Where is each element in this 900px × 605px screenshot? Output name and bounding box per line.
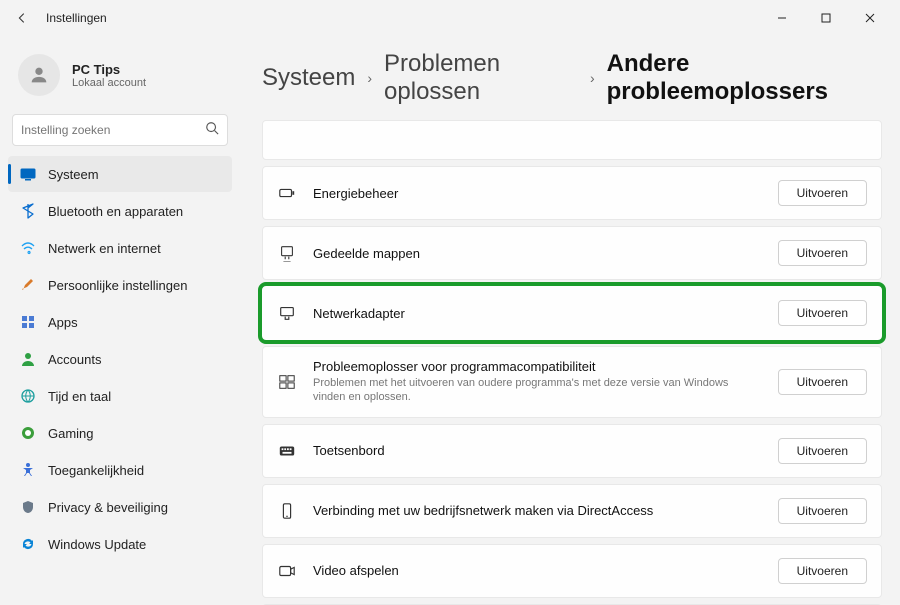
nav-label: Windows Update bbox=[48, 537, 146, 552]
breadcrumb-systeem[interactable]: Systeem bbox=[262, 64, 355, 92]
nav-label: Accounts bbox=[48, 352, 101, 367]
card-gedeelde-mappen: Gedeelde mappen Uitvoeren bbox=[262, 226, 882, 280]
window-title: Instellingen bbox=[46, 11, 107, 25]
keyboard-icon bbox=[277, 441, 297, 461]
search-icon bbox=[205, 121, 219, 140]
nav-label: Netwerk en internet bbox=[48, 241, 161, 256]
nav-label: Privacy & beveiliging bbox=[48, 500, 168, 515]
minimize-button[interactable] bbox=[760, 3, 804, 33]
breadcrumb-problemen[interactable]: Problemen oplossen bbox=[384, 50, 578, 106]
search-input[interactable] bbox=[21, 123, 205, 137]
battery-icon bbox=[277, 183, 297, 203]
accessibility-icon bbox=[20, 462, 36, 478]
nav-item-persoonlijk[interactable]: Persoonlijke instellingen bbox=[8, 267, 232, 303]
nav-label: Toegankelijkheid bbox=[48, 463, 144, 478]
nav-item-apps[interactable]: Apps bbox=[8, 304, 232, 340]
run-button[interactable]: Uitvoeren bbox=[778, 240, 867, 266]
card-title: Toetsenbord bbox=[313, 443, 762, 458]
card-directaccess: Verbinding met uw bedrijfsnetwerk maken … bbox=[262, 484, 882, 538]
card-title: Energiebeheer bbox=[313, 186, 762, 201]
nav-label: Bluetooth en apparaten bbox=[48, 204, 183, 219]
titlebar: Instellingen bbox=[0, 0, 900, 36]
wifi-icon bbox=[20, 240, 36, 256]
video-icon bbox=[277, 561, 297, 581]
run-button[interactable]: Uitvoeren bbox=[778, 300, 867, 326]
globe-icon bbox=[20, 388, 36, 404]
apps-icon bbox=[20, 314, 36, 330]
shared-folder-icon bbox=[277, 243, 297, 263]
nav-item-toegankelijkheid[interactable]: Toegankelijkheid bbox=[8, 452, 232, 488]
maximize-button[interactable] bbox=[804, 3, 848, 33]
run-button[interactable]: Uitvoeren bbox=[778, 438, 867, 464]
run-button[interactable]: Uitvoeren bbox=[778, 558, 867, 584]
bluetooth-icon bbox=[20, 203, 36, 219]
nav-label: Persoonlijke instellingen bbox=[48, 278, 187, 293]
card-netwerkadapter: Netwerkadapter Uitvoeren bbox=[262, 286, 882, 340]
account-sub: Lokaal account bbox=[72, 77, 146, 89]
chevron-right-icon: › bbox=[367, 70, 372, 86]
nav-label: Gaming bbox=[48, 426, 94, 441]
run-button[interactable]: Uitvoeren bbox=[778, 369, 867, 395]
card-video: Video afspelen Uitvoeren bbox=[262, 544, 882, 598]
nav-label: Tijd en taal bbox=[48, 389, 111, 404]
nav-item-bluetooth[interactable]: Bluetooth en apparaten bbox=[8, 193, 232, 229]
nav-label: Apps bbox=[48, 315, 78, 330]
account-block[interactable]: PC Tips Lokaal account bbox=[8, 44, 232, 110]
nav-item-privacy[interactable]: Privacy & beveiliging bbox=[8, 489, 232, 525]
troubleshooter-list: Uitvoeren Energiebeheer Uitvoeren Gedeel… bbox=[262, 120, 882, 605]
card-title: Verbinding met uw bedrijfsnetwerk maken … bbox=[313, 503, 762, 518]
avatar bbox=[18, 54, 60, 96]
card-toetsenbord: Toetsenbord Uitvoeren bbox=[262, 424, 882, 478]
nav-label: Systeem bbox=[48, 167, 99, 182]
nav-item-gaming[interactable]: Gaming bbox=[8, 415, 232, 451]
breadcrumb-current: Andere probleemoplossers bbox=[607, 50, 882, 106]
network-adapter-icon bbox=[277, 303, 297, 323]
card-title: Gedeelde mappen bbox=[313, 246, 762, 261]
back-button[interactable] bbox=[8, 4, 36, 32]
nav-item-systeem[interactable]: Systeem bbox=[8, 156, 232, 192]
account-name: PC Tips bbox=[72, 62, 146, 77]
breadcrumb: Systeem › Problemen oplossen › Andere pr… bbox=[262, 50, 882, 106]
card-title: Probleemoplosser voor programmacompatibi… bbox=[313, 359, 762, 374]
update-icon bbox=[20, 536, 36, 552]
card-cutoff-prev: Uitvoeren bbox=[262, 120, 882, 160]
card-title: Video afspelen bbox=[313, 563, 762, 578]
shield-icon bbox=[20, 499, 36, 515]
nav-item-tijd[interactable]: Tijd en taal bbox=[8, 378, 232, 414]
main-content: Systeem › Problemen oplossen › Andere pr… bbox=[240, 36, 900, 605]
sidebar: PC Tips Lokaal account Systeem Bluetooth… bbox=[0, 36, 240, 605]
close-button[interactable] bbox=[848, 3, 892, 33]
nav-item-update[interactable]: Windows Update bbox=[8, 526, 232, 562]
card-subtitle: Problemen met het uitvoeren van oudere p… bbox=[313, 376, 762, 405]
run-button[interactable]: Uitvoeren bbox=[778, 180, 867, 206]
brush-icon bbox=[20, 277, 36, 293]
nav-item-accounts[interactable]: Accounts bbox=[8, 341, 232, 377]
gaming-icon bbox=[20, 425, 36, 441]
phone-icon bbox=[277, 501, 297, 521]
card-energiebeheer: Energiebeheer Uitvoeren bbox=[262, 166, 882, 220]
card-title: Netwerkadapter bbox=[313, 306, 762, 321]
person-icon bbox=[20, 351, 36, 367]
nav: Systeem Bluetooth en apparaten Netwerk e… bbox=[8, 156, 232, 562]
nav-item-netwerk[interactable]: Netwerk en internet bbox=[8, 230, 232, 266]
card-programmacompatibiliteit: Probleemoplosser voor programmacompatibi… bbox=[262, 346, 882, 418]
run-button[interactable]: Uitvoeren bbox=[778, 498, 867, 524]
compatibility-icon bbox=[277, 372, 297, 392]
system-icon bbox=[20, 166, 36, 182]
chevron-right-icon: › bbox=[590, 70, 595, 86]
search-box[interactable] bbox=[12, 114, 228, 146]
